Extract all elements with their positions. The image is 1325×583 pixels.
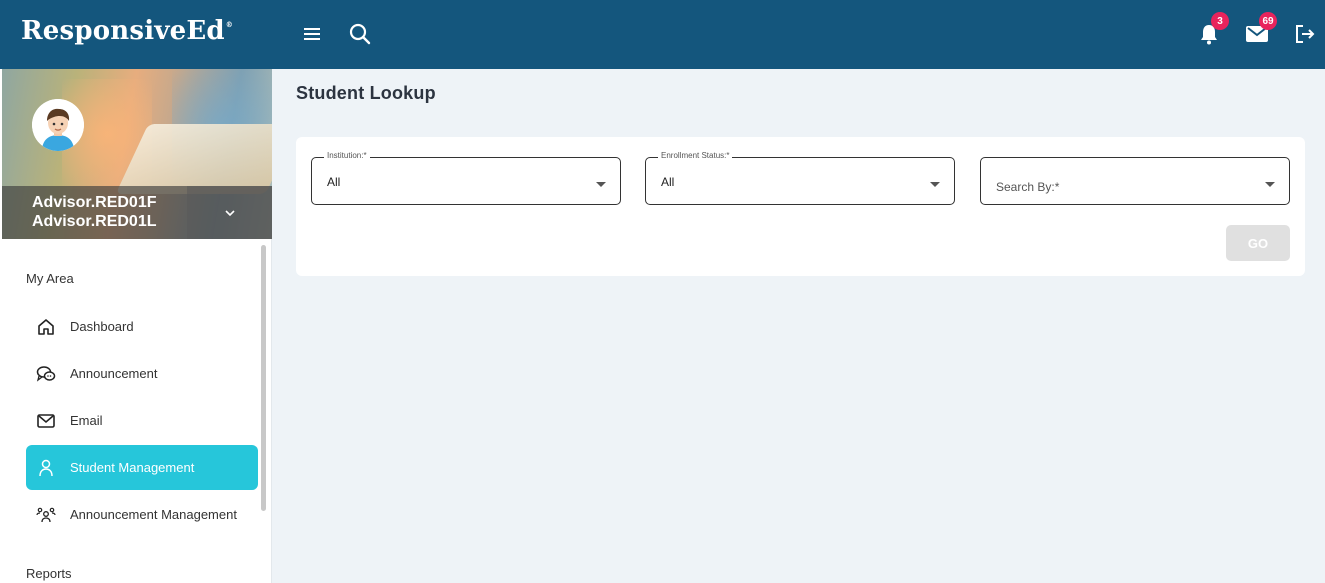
menu-icon[interactable] [300, 22, 324, 46]
chevron-down-icon [224, 209, 235, 216]
sidebar-item-announcement-management[interactable]: Announcement Management [26, 492, 258, 537]
home-icon [36, 317, 56, 337]
profile-last-name: Advisor.RED01L [32, 213, 157, 230]
sidebar-scrollbar[interactable] [261, 245, 266, 511]
my-area-heading: My Area [26, 271, 74, 286]
sidebar-item-label: Dashboard [70, 319, 134, 334]
profile-name-bar: Advisor.RED01F Advisor.RED01L [2, 186, 272, 239]
search-by-placeholder: Search By:* [996, 180, 1060, 194]
enrollment-status-value: All [661, 175, 675, 189]
sidebar-item-email[interactable]: Email [26, 398, 258, 443]
sidebar-item-label: Email [70, 413, 103, 428]
enrollment-status-label: Enrollment Status:* [658, 151, 733, 160]
sidebar-item-announcement[interactable]: Announcement [26, 351, 258, 396]
institution-value: All [327, 175, 341, 189]
dropdown-arrow-icon [596, 182, 606, 187]
profile-banner: Advisor.RED01F Advisor.RED01L [2, 69, 272, 239]
notification-badge: 3 [1211, 12, 1229, 30]
dropdown-arrow-icon [930, 182, 940, 187]
bell-icon[interactable]: 3 [1197, 12, 1229, 46]
page-title: Student Lookup [296, 83, 436, 103]
go-button[interactable]: GO [1226, 225, 1290, 261]
sidebar-item-label: Announcement [70, 366, 158, 381]
user-icon [36, 458, 56, 478]
lookup-card: Institution:* All Enrollment Status:* Al… [296, 137, 1305, 276]
reports-heading: Reports [26, 566, 72, 581]
avatar[interactable] [32, 99, 84, 151]
message-badge: 69 [1259, 12, 1277, 30]
institution-label: Institution:* [324, 151, 370, 160]
search-by-select[interactable]: Search By:* [980, 157, 1290, 205]
enrollment-status-select[interactable]: Enrollment Status:* All [645, 151, 955, 205]
top-bar: ResponsiveEd® 3 69 [0, 0, 1325, 69]
profile-first-name: Advisor.RED01F [32, 194, 157, 211]
envelope-icon [36, 411, 56, 431]
group-icon [36, 505, 56, 525]
profile-dropdown-toggle[interactable] [187, 186, 272, 239]
sidebar-item-student-management[interactable]: Student Management [26, 445, 258, 490]
sidebar: Advisor.RED01F Advisor.RED01L My Area Da… [0, 69, 272, 583]
search-icon[interactable] [348, 22, 372, 46]
sidebar-item-label: Announcement Management [70, 507, 237, 522]
dropdown-arrow-icon [1265, 182, 1275, 187]
sidebar-item-label: Student Management [70, 460, 195, 475]
chat-bubbles-icon [36, 364, 56, 384]
mail-icon[interactable]: 69 [1245, 12, 1277, 46]
logo[interactable]: ResponsiveEd® [21, 16, 233, 46]
logout-icon[interactable] [1293, 22, 1317, 46]
institution-select[interactable]: Institution:* All [311, 151, 621, 205]
sidebar-item-dashboard[interactable]: Dashboard [26, 304, 258, 349]
